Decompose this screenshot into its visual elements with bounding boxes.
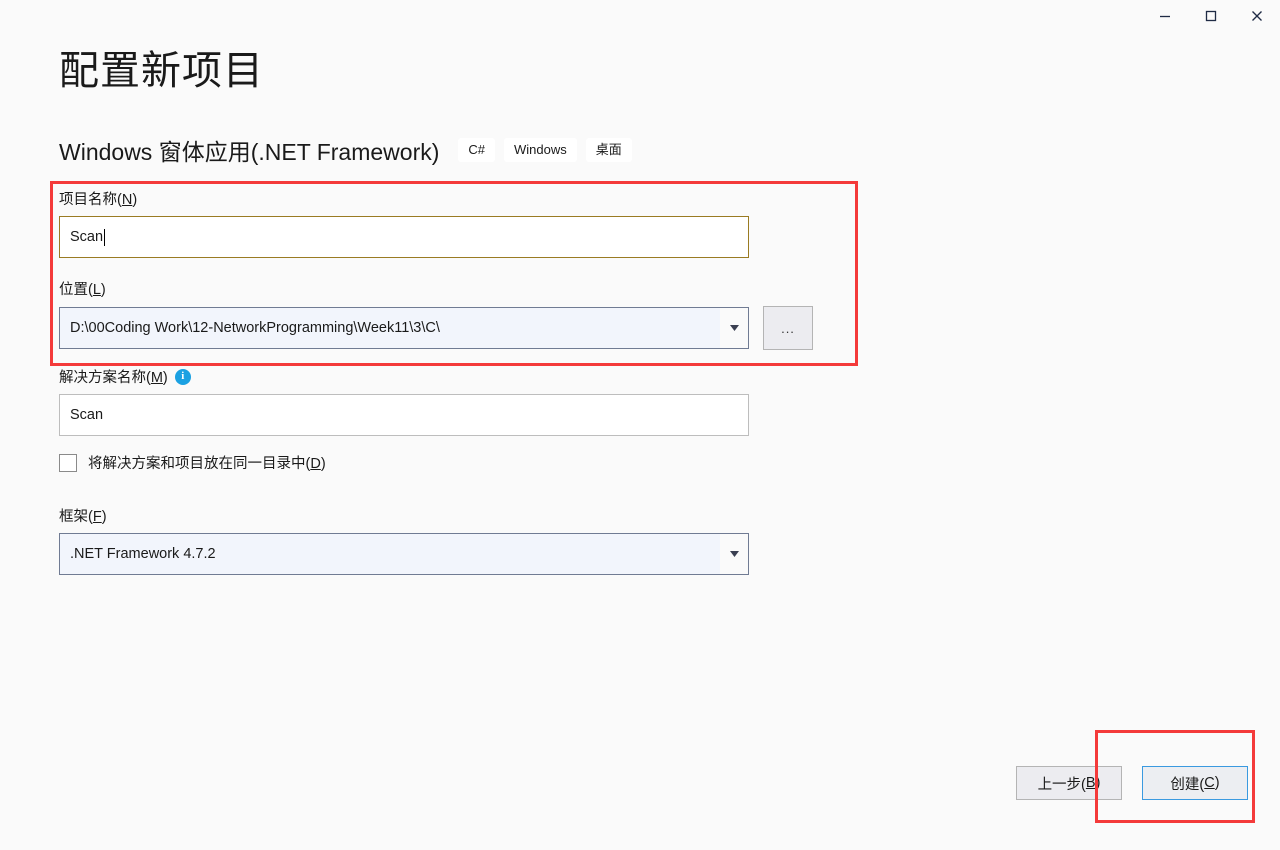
project-name-input[interactable]: Scan	[59, 216, 749, 258]
maximize-button[interactable]	[1188, 0, 1234, 32]
tag-project-type: 桌面	[585, 137, 632, 163]
template-tag-list: C# Windows 桌面	[458, 137, 632, 163]
tag-platform: Windows	[504, 137, 577, 163]
solution-name-value: Scan	[70, 407, 104, 423]
browse-folder-button[interactable]: ...	[763, 306, 813, 350]
framework-combobox[interactable]: .NET Framework 4.7.2	[59, 533, 749, 575]
template-name: Windows 窗体应用(.NET Framework)	[59, 139, 440, 165]
template-summary: Windows 窗体应用(.NET Framework) C# Windows …	[59, 133, 632, 167]
location-row: D:\00Coding Work\12-NetworkProgramming\W…	[59, 306, 819, 350]
solution-name-label: 解决方案名称(M) i	[59, 366, 819, 387]
project-name-value: Scan	[70, 229, 104, 245]
text-caret	[104, 228, 106, 246]
create-button[interactable]: 创建(C)	[1142, 766, 1248, 800]
close-icon	[1250, 9, 1264, 23]
minimize-icon	[1158, 9, 1172, 23]
same-directory-checkbox[interactable]	[59, 453, 77, 472]
project-name-label: 项目名称(N)	[59, 192, 138, 208]
chevron-down-icon[interactable]	[720, 308, 748, 348]
framework-label: 框架(F)	[59, 509, 107, 525]
location-combobox[interactable]: D:\00Coding Work\12-NetworkProgramming\W…	[59, 307, 749, 349]
title-bar	[0, 0, 1280, 40]
same-directory-checkbox-row[interactable]: 将解决方案和项目放在同一目录中(D)	[59, 452, 819, 473]
close-button[interactable]	[1234, 0, 1280, 32]
tag-language: C#	[458, 137, 496, 163]
page-title: 配置新项目	[59, 49, 264, 93]
maximize-icon	[1204, 9, 1218, 23]
back-button[interactable]: 上一步(B)	[1016, 766, 1122, 800]
minimize-button[interactable]	[1142, 0, 1188, 32]
framework-value: .NET Framework 4.7.2	[70, 546, 216, 562]
solution-name-input[interactable]: Scan	[59, 394, 749, 436]
location-value: D:\00Coding Work\12-NetworkProgramming\W…	[70, 320, 440, 336]
dialog-buttons: 上一步(B) 创建(C)	[1016, 766, 1248, 800]
location-label: 位置(L)	[59, 282, 106, 298]
configure-project-form: 项目名称(N) Scan 位置(L) D:\00Coding Work\12-N…	[59, 188, 819, 575]
same-directory-label: 将解决方案和项目放在同一目录中(D)	[88, 456, 326, 472]
info-icon[interactable]: i	[174, 368, 191, 385]
chevron-down-icon[interactable]	[720, 534, 748, 574]
